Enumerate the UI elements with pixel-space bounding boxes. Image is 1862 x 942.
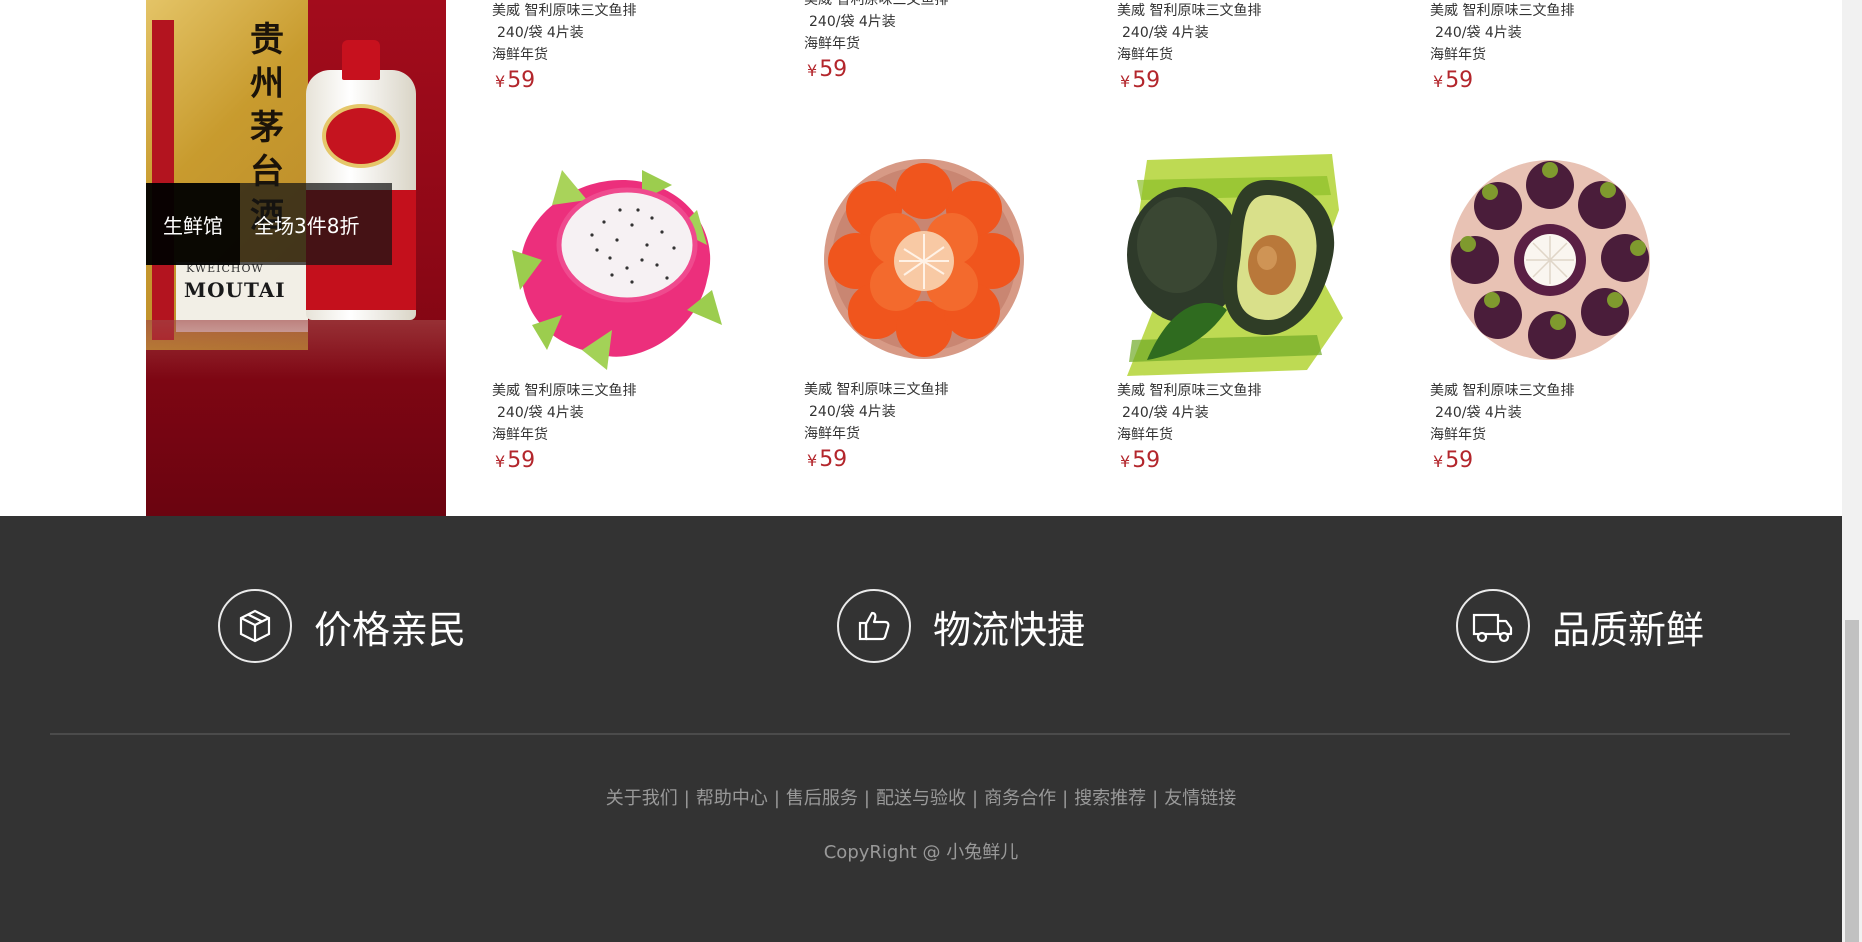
currency-symbol: ¥	[1120, 72, 1131, 91]
promise-label: 品质新鲜	[1552, 607, 1705, 652]
product-section: 贵州茅台酒 KWEICHOW MOUTAI 生鲜馆 全场3件8折 美威 智利原味…	[0, 0, 1842, 516]
truck-icon	[1456, 589, 1530, 663]
currency-symbol: ¥	[1433, 72, 1444, 91]
footer-link-after-sales[interactable]: 售后服务	[786, 788, 858, 809]
link-separator: |	[1062, 788, 1069, 809]
thumbs-up-icon	[837, 589, 911, 663]
currency-symbol: ¥	[1120, 452, 1131, 471]
product-name[interactable]: 美威 智利原味三文鱼排	[1117, 380, 1357, 402]
site-footer	[0, 516, 1842, 942]
product-image-mangosteen[interactable]	[1430, 140, 1670, 380]
footer-divider	[50, 733, 1790, 735]
product-name[interactable]: 美威 智利原味三文鱼排	[804, 0, 1044, 11]
product-card[interactable]: 美威 智利原味三文鱼排 240/袋 4片装 海鲜年货 ¥59	[804, 139, 1044, 476]
product-spec: 240/袋 4片装	[1122, 405, 1209, 421]
product-spec: 240/袋 4片装	[1435, 25, 1522, 41]
product-spec: 240/袋 4片装	[1435, 405, 1522, 421]
product-card[interactable]: 美威 智利原味三文鱼排 240/袋 4片装 海鲜年货 ¥59	[804, 0, 1044, 86]
product-spec: 240/袋 4片装	[497, 25, 584, 41]
product-card[interactable]: 美威 智利原味三文鱼排 240/袋 4片装 海鲜年货 ¥59	[1430, 140, 1670, 477]
product-spec: 240/袋 4片装	[497, 405, 584, 421]
product-category: 海鲜年货	[1430, 47, 1486, 63]
product-category: 海鲜年货	[492, 47, 548, 63]
promise-item-quality: 品质新鲜	[1456, 588, 1704, 664]
product-category: 海鲜年货	[1117, 47, 1173, 63]
product-price: ¥59	[495, 448, 536, 473]
link-separator: |	[1152, 788, 1159, 809]
currency-symbol: ¥	[495, 72, 506, 91]
scrollbar-thumb[interactable]	[1845, 620, 1859, 942]
banner-category-label: 生鲜馆	[146, 183, 240, 265]
promise-item-logistics: 物流快捷	[837, 588, 1085, 664]
footer-link-delivery[interactable]: 配送与验收	[876, 788, 966, 809]
product-name[interactable]: 美威 智利原味三文鱼排	[492, 0, 732, 22]
product-name[interactable]: 美威 智利原味三文鱼排	[1430, 0, 1670, 22]
link-separator: |	[773, 788, 780, 809]
page-scrollbar[interactable]	[1842, 0, 1862, 942]
product-name[interactable]: 美威 智利原味三文鱼排	[804, 379, 1044, 401]
product-card[interactable]: 美威 智利原味三文鱼排 240/袋 4片装 海鲜年货 ¥59	[1430, 0, 1670, 97]
product-card[interactable]: 美威 智利原味三文鱼排 240/袋 4片装 海鲜年货 ¥59	[492, 140, 732, 477]
product-price: ¥59	[807, 447, 848, 472]
product-name[interactable]: 美威 智利原味三文鱼排	[492, 380, 732, 402]
footer-link-search[interactable]: 搜索推荐	[1074, 788, 1146, 809]
copyright-text: CopyRight @ 小兔鲜儿	[823, 842, 1019, 863]
currency-symbol: ¥	[807, 451, 818, 470]
product-category: 海鲜年货	[804, 426, 860, 442]
footer-link-friends[interactable]: 友情链接	[1164, 788, 1236, 809]
promise-item-price: 价格亲民	[218, 588, 466, 664]
product-category: 海鲜年货	[492, 427, 548, 443]
product-spec: 240/袋 4片装	[809, 14, 896, 30]
product-name[interactable]: 美威 智利原味三文鱼排	[1117, 0, 1357, 22]
product-image-dragon-fruit[interactable]	[492, 140, 732, 380]
footer-links: 关于我们 | 帮助中心 | 售后服务 | 配送与验收 | 商务合作 | 搜索推荐 | 友情链接	[0, 784, 1842, 810]
product-image-avocado[interactable]	[1117, 140, 1357, 380]
banner-promo-label: 全场3件8折	[240, 183, 392, 265]
product-image-mandarin-oranges[interactable]	[804, 139, 1044, 379]
product-spec: 240/袋 4片装	[1122, 25, 1209, 41]
product-category: 海鲜年货	[1117, 427, 1173, 443]
product-card[interactable]: 美威 智利原味三文鱼排 240/袋 4片装 海鲜年货 ¥59	[1117, 140, 1357, 477]
product-price: ¥59	[807, 57, 848, 82]
category-banner[interactable]: 贵州茅台酒 KWEICHOW MOUTAI 生鲜馆 全场3件8折	[146, 0, 446, 516]
product-card[interactable]: 美威 智利原味三文鱼排 240/袋 4片装 海鲜年货 ¥59	[1117, 0, 1357, 97]
product-price: ¥59	[1120, 448, 1161, 473]
promise-label: 价格亲民	[314, 607, 467, 652]
link-separator: |	[683, 788, 690, 809]
currency-symbol: ¥	[807, 61, 818, 80]
footer-link-business[interactable]: 商务合作	[984, 788, 1056, 809]
product-category: 海鲜年货	[804, 36, 860, 52]
currency-symbol: ¥	[495, 452, 506, 471]
product-price: ¥59	[1433, 68, 1474, 93]
promise-label: 物流快捷	[933, 607, 1086, 652]
footer-link-about[interactable]: 关于我们	[606, 788, 678, 809]
product-spec: 240/袋 4片装	[809, 404, 896, 420]
product-name[interactable]: 美威 智利原味三文鱼排	[1430, 380, 1670, 402]
product-price: ¥59	[495, 68, 536, 93]
currency-symbol: ¥	[1433, 452, 1444, 471]
link-separator: |	[972, 788, 979, 809]
product-card[interactable]: 美威 智利原味三文鱼排 240/袋 4片装 海鲜年货 ¥59	[492, 0, 732, 97]
box-icon	[218, 589, 292, 663]
link-separator: |	[863, 788, 870, 809]
product-price: ¥59	[1120, 68, 1161, 93]
product-price: ¥59	[1433, 448, 1474, 473]
banner-tag-bar: 生鲜馆 全场3件8折	[146, 183, 392, 265]
brand-text: MOUTAI	[184, 278, 286, 302]
product-category: 海鲜年货	[1430, 427, 1486, 443]
footer-link-help[interactable]: 帮助中心	[696, 788, 768, 809]
